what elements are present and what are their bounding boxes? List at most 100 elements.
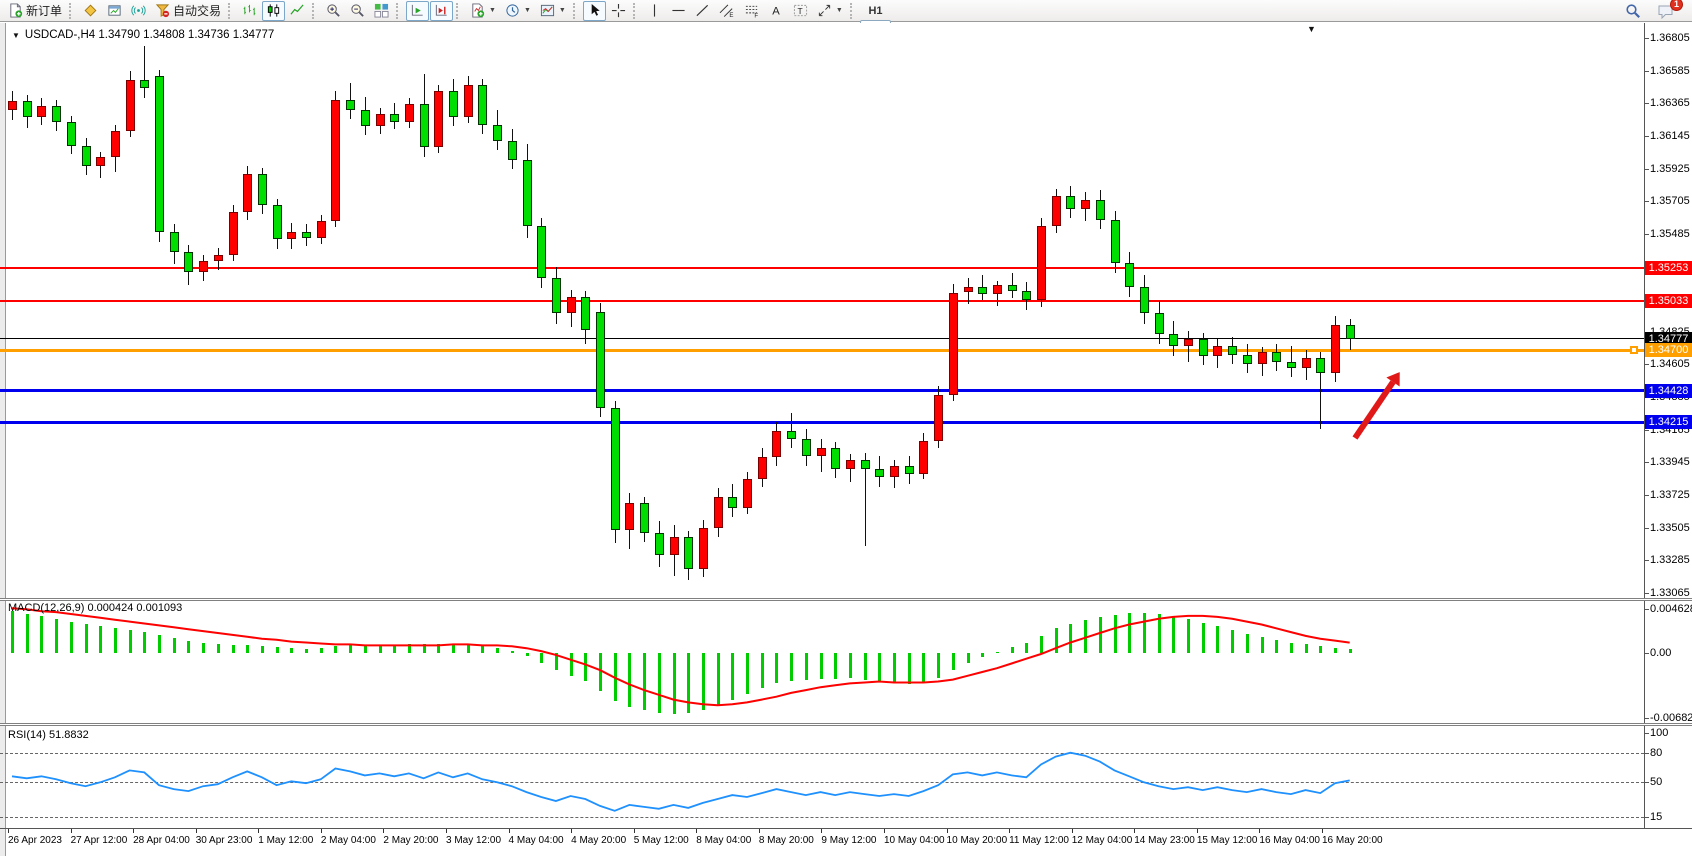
- date-axis-tick: [571, 829, 572, 833]
- macd-histogram-bar: [849, 653, 852, 678]
- date-axis-tick: [759, 829, 760, 833]
- axis-tick: [1644, 136, 1649, 137]
- date-axis-label: 26 Apr 2023: [8, 835, 62, 846]
- candle-body: [1184, 339, 1193, 346]
- axis-tick: [1644, 609, 1649, 610]
- date-axis-tick: [196, 829, 197, 833]
- axis-tick: [1644, 201, 1649, 202]
- macd-histogram-bar: [584, 653, 587, 681]
- axis-tick: [1644, 38, 1649, 39]
- macd-histogram-bar: [996, 652, 999, 653]
- macd-histogram-bar: [1114, 615, 1117, 653]
- candle-wick: [821, 439, 822, 472]
- chart-window[interactable]: 1.368051.365851.363651.361451.359251.357…: [0, 23, 1692, 856]
- macd-histogram-bar: [643, 653, 646, 710]
- macd-histogram-bar: [1069, 624, 1072, 653]
- candle-wick: [1188, 331, 1189, 362]
- macd-histogram-bar: [1319, 646, 1322, 653]
- level-line-1.35033[interactable]: [0, 300, 1644, 302]
- candle-body: [1346, 325, 1355, 339]
- macd-histogram-bar: [246, 645, 249, 653]
- candle-body: [714, 497, 723, 528]
- date-axis-tick: [446, 829, 447, 833]
- date-axis-label: 11 May 12:00: [1009, 835, 1069, 846]
- candle-body: [596, 312, 605, 408]
- pane-separator[interactable]: [0, 598, 1692, 601]
- macd-histogram-bar: [379, 645, 382, 653]
- pane-separator[interactable]: [0, 723, 1692, 726]
- candle-body: [949, 293, 958, 395]
- rsi-grid-line-15: [0, 817, 1644, 818]
- axis-tick: [1644, 753, 1649, 754]
- level-line-1.34428[interactable]: [0, 389, 1644, 392]
- level-price-badge: 1.34700: [1645, 343, 1692, 357]
- level-line-1.35253[interactable]: [0, 267, 1644, 269]
- level-line-1.34777[interactable]: [0, 338, 1644, 339]
- macd-histogram-bar: [1055, 628, 1058, 653]
- macd-histogram-bar: [893, 653, 896, 683]
- macd-histogram-bar: [908, 653, 911, 684]
- level-price-badge: 1.34428: [1645, 384, 1692, 398]
- candle-body: [390, 114, 399, 121]
- macd-histogram-bar: [26, 614, 29, 653]
- macd-histogram-bar: [70, 622, 73, 653]
- axis-tick: [1644, 495, 1649, 496]
- level-line-1.34700[interactable]: [0, 349, 1644, 352]
- date-axis-tick: [1009, 829, 1010, 833]
- candle-body: [787, 431, 796, 440]
- rsi-axis-label: 80: [1650, 747, 1662, 759]
- candle-body: [567, 297, 576, 313]
- candle-body: [170, 232, 179, 253]
- window-left-edge: [0, 23, 6, 856]
- candle-body: [831, 448, 840, 469]
- macd-histogram-bar: [526, 653, 529, 656]
- level-line-1.34215[interactable]: [0, 421, 1644, 424]
- level-drag-handle[interactable]: [1630, 346, 1638, 354]
- date-axis-label: 1 May 12:00: [258, 835, 313, 846]
- price-axis-label: 1.35485: [1650, 228, 1690, 240]
- candle-body: [993, 285, 1002, 294]
- candle-body: [258, 174, 267, 205]
- macd-histogram-bar: [1025, 643, 1028, 653]
- candle-body: [478, 85, 487, 125]
- candle-body: [434, 91, 443, 147]
- candle-body: [655, 533, 664, 555]
- macd-histogram-bar: [1011, 647, 1014, 653]
- axis-tick: [1644, 528, 1649, 529]
- macd-histogram-bar: [40, 616, 43, 653]
- date-axis-label: 30 Apr 23:00: [196, 835, 253, 846]
- price-axis-label: 1.35925: [1650, 163, 1690, 175]
- candle-body: [67, 122, 76, 146]
- candle-body: [1022, 291, 1031, 300]
- candle-body: [214, 255, 223, 261]
- date-axis-tick: [1197, 829, 1198, 833]
- macd-histogram-bar: [1334, 648, 1337, 653]
- candle-body: [1302, 358, 1311, 368]
- macd-histogram-bar: [820, 653, 823, 679]
- candle-body: [184, 252, 193, 271]
- axis-tick: [1644, 817, 1649, 818]
- date-axis-label: 16 May 04:00: [1259, 835, 1320, 846]
- candle-body: [670, 537, 679, 555]
- macd-histogram-bar: [467, 644, 470, 653]
- macd-histogram-bar: [540, 653, 543, 663]
- candle-body: [1213, 346, 1222, 356]
- symbol-menu-arrow-icon[interactable]: ▼: [12, 31, 20, 40]
- price-axis-label: 1.34605: [1650, 358, 1690, 370]
- candle-body: [1243, 355, 1252, 364]
- macd-histogram-bar: [290, 648, 293, 653]
- candle-body: [1169, 334, 1178, 346]
- candle-body: [1155, 313, 1164, 334]
- date-axis-label: 5 May 12:00: [634, 835, 689, 846]
- candle-body: [405, 104, 414, 122]
- date-axis-tick: [1134, 829, 1135, 833]
- candle-body: [317, 221, 326, 237]
- candle-body: [361, 110, 370, 126]
- rsi-grid-line-80: [0, 753, 1644, 754]
- chart-shift-marker[interactable]: ▼: [1307, 24, 1316, 34]
- date-axis-label: 10 May 04:00: [884, 835, 945, 846]
- macd-histogram-bar: [1099, 617, 1102, 653]
- macd-histogram-bar: [1231, 630, 1234, 653]
- macd-histogram-bar: [628, 653, 631, 707]
- candle-body: [52, 106, 61, 122]
